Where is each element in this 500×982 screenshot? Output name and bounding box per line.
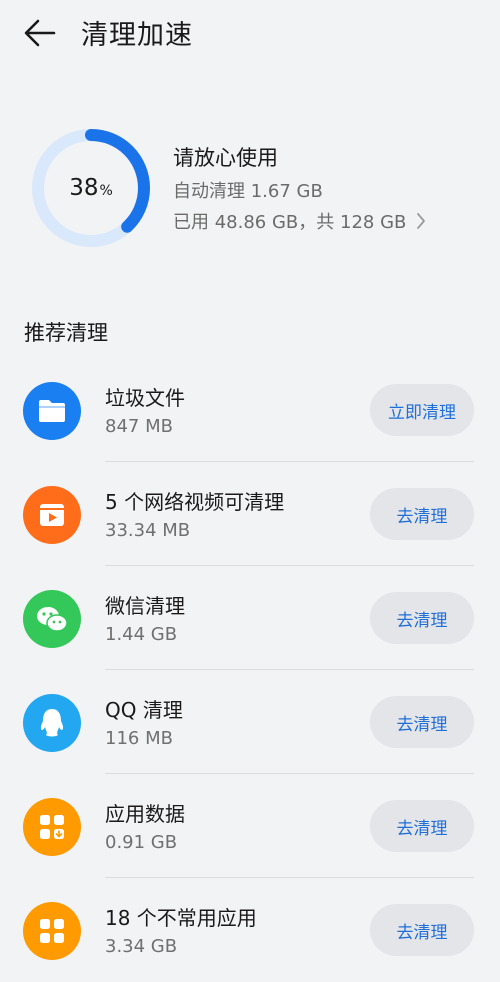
section-title: 推荐清理 [24,321,108,345]
app-data-icon [23,798,81,856]
header: 清理加速 [0,0,500,66]
item-size: 3.34 GB [105,936,178,957]
item-size: 116 MB [105,728,173,749]
item-name: 微信清理 [105,594,185,618]
item-size: 0.91 GB [105,832,178,853]
apps-grid-icon [23,902,81,960]
go-clean-button[interactable]: 去清理 [370,592,474,644]
go-clean-button[interactable]: 去清理 [370,800,474,852]
item-name: 应用数据 [105,802,185,826]
item-name: 垃圾文件 [105,386,185,410]
percent-sign: % [99,182,113,199]
list-item-wechat[interactable]: 微信清理 1.44 GB 去清理 [0,566,500,670]
auto-clean-text: 自动清理 1.67 GB [173,181,323,202]
list-item-unused-apps[interactable]: 18 个不常用应用 3.34 GB 去清理 [0,878,500,982]
go-clean-button[interactable]: 去清理 [370,696,474,748]
list-item-app-data[interactable]: 应用数据 0.91 GB 去清理 [0,774,500,878]
storage-used-text: 已用 48.86 GB，共 128 GB [173,212,407,233]
clean-now-button[interactable]: 立即清理 [370,384,474,436]
go-clean-button[interactable]: 去清理 [370,904,474,956]
list-item-junk-files[interactable]: 垃圾文件 847 MB 立即清理 [0,358,500,462]
item-size: 847 MB [105,416,173,437]
storage-percent: 38 % [29,126,153,250]
item-name: QQ 清理 [105,698,183,722]
video-icon [23,486,81,544]
qq-icon [23,694,81,752]
clean-list: 垃圾文件 847 MB 立即清理 5 个网络视频可清理 33.34 MB 去清理… [0,358,500,982]
list-item-qq[interactable]: QQ 清理 116 MB 去清理 [0,670,500,774]
item-name: 5 个网络视频可清理 [105,490,285,514]
item-size: 33.34 MB [105,520,191,541]
storage-summary: 38 % 请放心使用 自动清理 1.67 GB 已用 48.86 GB，共 12… [0,120,500,260]
storage-used-link[interactable]: 已用 48.86 GB，共 128 GB [173,208,426,234]
percent-number: 38 [69,175,99,201]
wechat-icon [23,590,81,648]
folder-icon [23,382,81,440]
list-item-videos[interactable]: 5 个网络视频可清理 33.34 MB 去清理 [0,462,500,566]
arrow-left-icon[interactable] [22,15,58,51]
item-name: 18 个不常用应用 [105,906,257,930]
storage-status: 请放心使用 [173,146,278,170]
go-clean-button[interactable]: 去清理 [370,488,474,540]
item-size: 1.44 GB [105,624,178,645]
page-title: 清理加速 [81,20,193,51]
chevron-right-icon [417,213,426,229]
